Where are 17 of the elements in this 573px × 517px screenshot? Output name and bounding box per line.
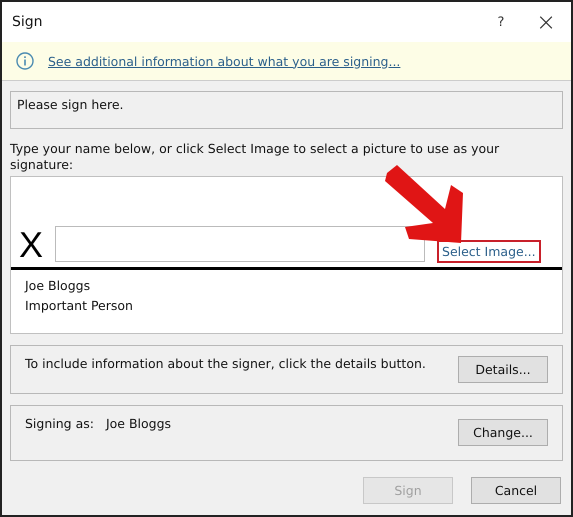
details-button[interactable]: Details... [458,356,548,383]
close-button[interactable]: × [521,7,571,37]
signer-text: Joe Bloggs [25,277,92,295]
signer-name: Joe Bloggs [106,416,172,431]
instructions-text: Type your name below, or click Select Image to select a picture to use as your signature: [10,141,500,173]
window-title: Sign [12,14,43,30]
info-icon [16,52,34,70]
purpose-text: Please sign here. [17,97,124,112]
signing-as-label: Signing as: [25,416,94,431]
signer-text: Important Person [25,297,134,315]
signature-mark: X [19,225,44,265]
dialog-button[interactable]: Cancel [471,477,561,504]
signature-field[interactable] [55,226,426,262]
help-button[interactable]: ? [481,7,521,37]
details-text: To include information about the signer, click the details button. [25,356,426,371]
change-button[interactable]: Change... [458,419,548,446]
info-link[interactable]: See additional information about what you are signing... [48,54,400,68]
